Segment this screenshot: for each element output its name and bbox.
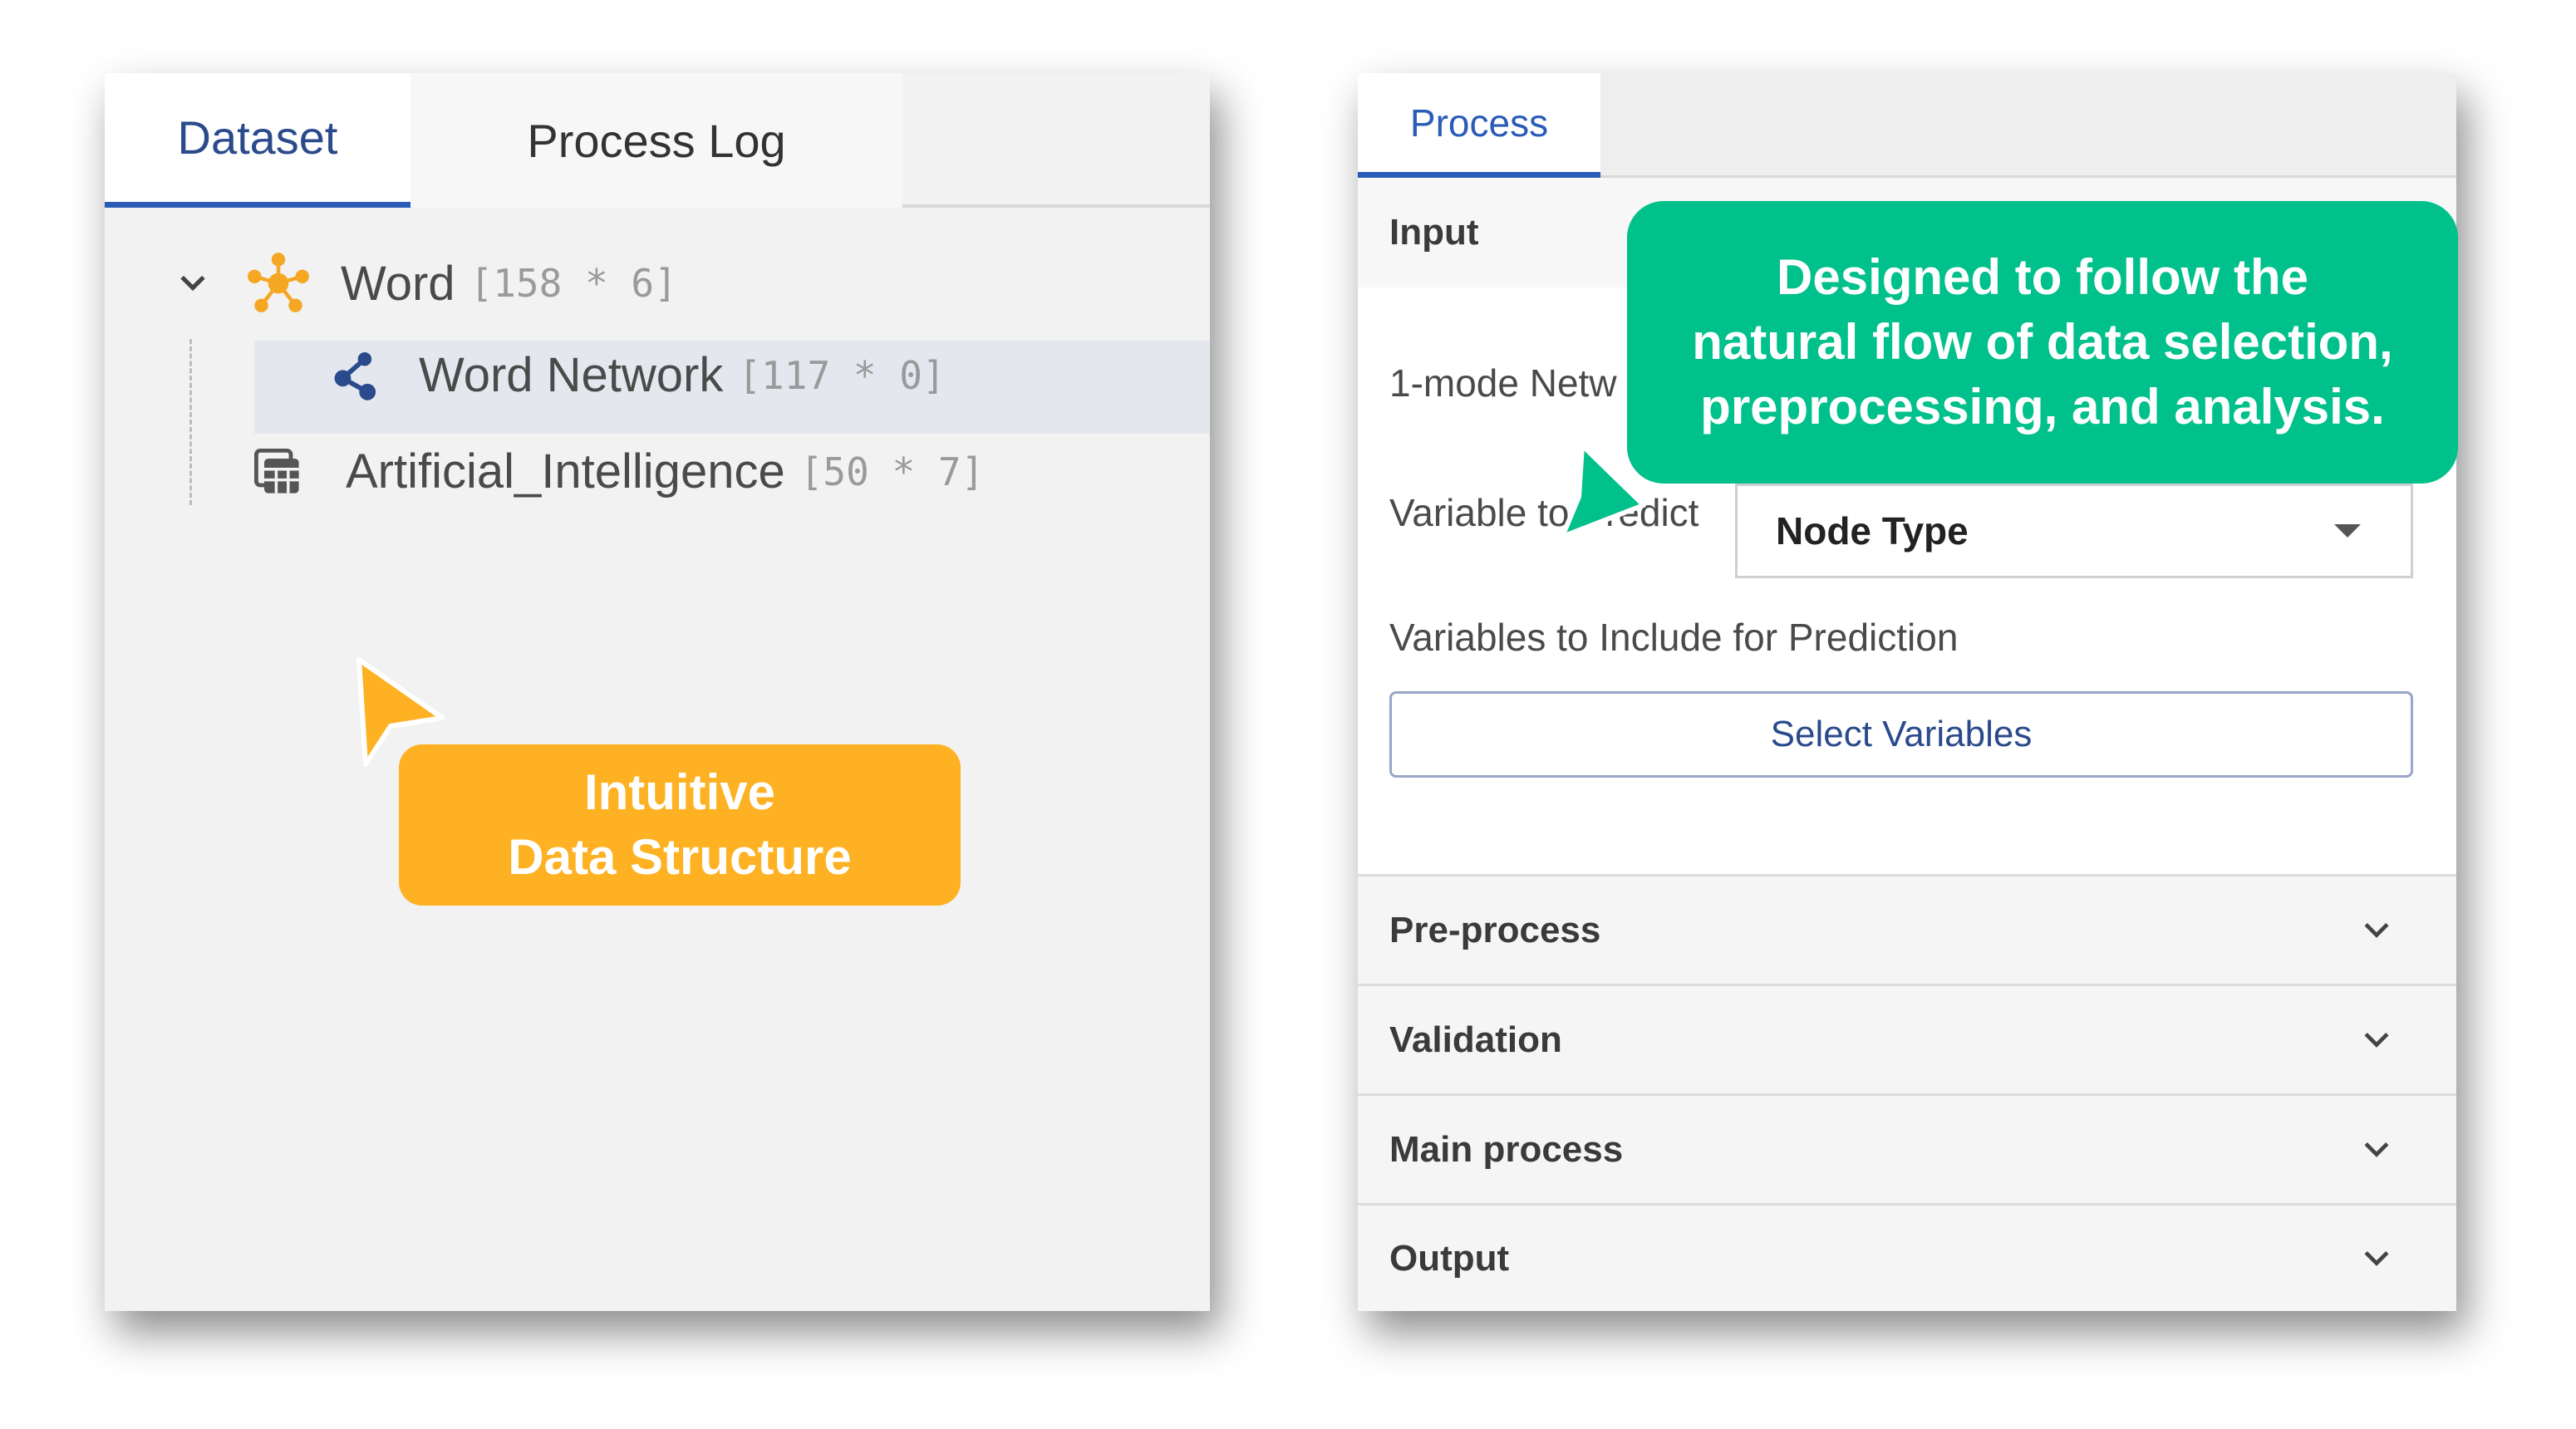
section-title: Validation xyxy=(1389,1019,1562,1060)
chevron-down-icon xyxy=(2364,922,2389,938)
tree-guide-line xyxy=(189,339,192,505)
callout-line: Data Structure xyxy=(508,829,852,885)
tree-item-dims: [117 * 0] xyxy=(738,352,946,398)
network-label: 1-mode Netw xyxy=(1389,361,1617,405)
section-input-title: Input xyxy=(1389,212,1479,253)
tab-process-log[interactable]: Process Log xyxy=(410,73,902,208)
network-node-icon xyxy=(248,253,309,312)
chevron-down-icon xyxy=(2364,1142,2389,1157)
table-icon xyxy=(254,448,299,494)
tree-item-artificial-intelligence[interactable]: Artificial_Intelligence [50 * 7] xyxy=(251,444,984,499)
tab-dataset[interactable]: Dataset xyxy=(105,73,410,208)
section-main-process[interactable]: Main process xyxy=(1358,1093,2456,1203)
callout-line: preprocessing, and analysis. xyxy=(1700,379,2385,435)
tree-item-dims: [50 * 7] xyxy=(799,449,985,494)
section-title: Main process xyxy=(1389,1128,1624,1170)
include-variables-label: Variables to Include for Prediction xyxy=(1389,616,1959,659)
chevron-down-icon xyxy=(2364,1250,2389,1266)
dropdown-arrow-icon xyxy=(2334,524,2361,538)
section-preprocess[interactable]: Pre-process xyxy=(1358,874,2456,984)
dataset-panel: Dataset Process Log Word [158 * 6] Word … xyxy=(105,73,1210,1311)
callout-line: natural flow of data selection, xyxy=(1692,314,2393,370)
tree-item-dims: [158 * 6] xyxy=(469,261,677,306)
network-graph-icon xyxy=(334,351,376,400)
section-output[interactable]: Output xyxy=(1358,1203,2456,1311)
select-value: Node Type xyxy=(1776,509,1969,552)
callout-line: Intuitive xyxy=(583,764,775,820)
variable-to-predict-select[interactable]: Node Type xyxy=(1735,484,2413,578)
tree-item-label: Word xyxy=(341,256,455,311)
chevron-down-icon[interactable] xyxy=(175,265,211,302)
callout-line: Designed to follow the xyxy=(1777,249,2308,305)
intuitive-structure-callout: Intuitive Data Structure xyxy=(399,744,961,906)
chevron-down-icon xyxy=(2364,1032,2389,1048)
dataset-tabbar: Dataset Process Log xyxy=(105,73,1210,208)
tab-process[interactable]: Process xyxy=(1358,73,1600,178)
process-tabbar: Process xyxy=(1358,73,2456,178)
section-title: Pre-process xyxy=(1389,909,1601,950)
natural-flow-callout: Designed to follow the natural flow of d… xyxy=(1627,201,2458,484)
tree-item-label: Artificial_Intelligence xyxy=(346,444,785,498)
tree-item-word-network[interactable]: Word Network [117 * 0] xyxy=(329,347,946,403)
section-title: Output xyxy=(1389,1237,1510,1279)
section-validation[interactable]: Validation xyxy=(1358,984,2456,1093)
tree-item-label: Word Network xyxy=(419,348,724,402)
select-variables-button[interactable]: Select Variables xyxy=(1389,691,2413,778)
tree-item-word[interactable]: Word [158 * 6] xyxy=(175,249,677,317)
